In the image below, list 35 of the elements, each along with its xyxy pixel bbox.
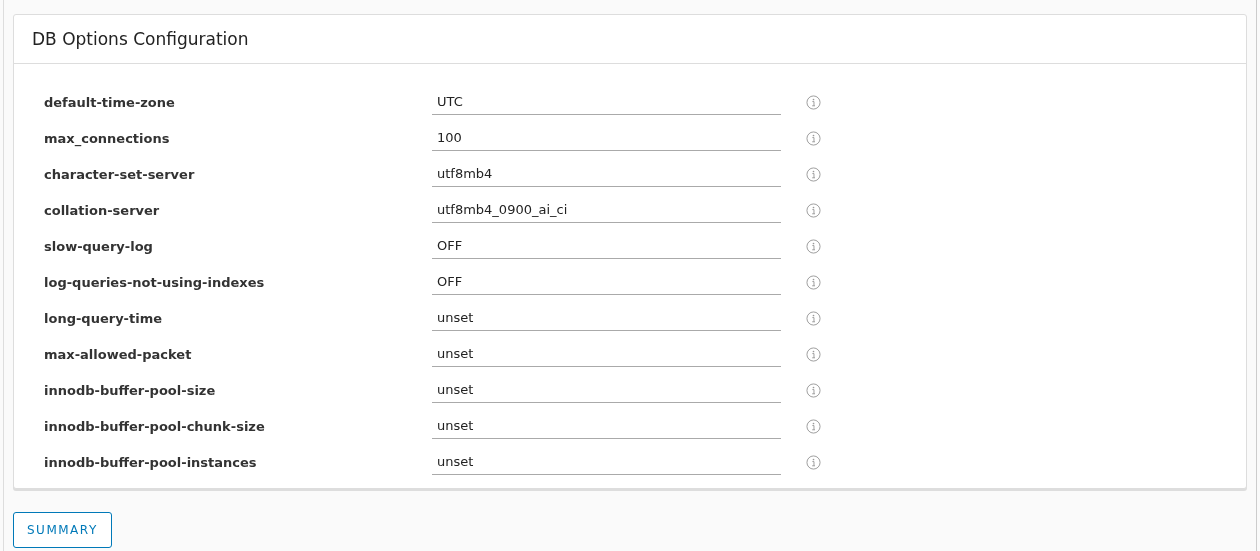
card-title: DB Options Configuration bbox=[14, 15, 1246, 64]
option-label: max-allowed-packet bbox=[43, 346, 193, 362]
option-label: long-query-time bbox=[43, 310, 164, 326]
info-icon[interactable] bbox=[806, 454, 821, 470]
option-label: max_connections bbox=[43, 130, 171, 146]
option-label: character-set-server bbox=[43, 166, 196, 182]
option-label: slow-query-log bbox=[43, 238, 154, 254]
option-label: default-time-zone bbox=[43, 94, 176, 110]
option-field[interactable]: unset bbox=[432, 449, 781, 475]
option-field[interactable]: unset bbox=[432, 413, 781, 439]
option-field[interactable]: utf8mb4_0900_ai_ci bbox=[432, 197, 781, 223]
option-field[interactable]: unset bbox=[432, 341, 781, 367]
option-label: collation-server bbox=[43, 202, 161, 218]
option-label: innodb-buffer-pool-instances bbox=[43, 454, 258, 470]
info-icon[interactable] bbox=[806, 202, 821, 218]
option-field[interactable]: unset bbox=[432, 305, 781, 331]
option-label: log-queries-not-using-indexes bbox=[43, 274, 266, 290]
option-label: innodb-buffer-pool-size bbox=[43, 382, 217, 398]
option-field[interactable]: 100 bbox=[432, 125, 781, 151]
info-icon[interactable] bbox=[806, 382, 821, 398]
option-field[interactable]: unset bbox=[432, 377, 781, 403]
info-icon[interactable] bbox=[806, 418, 821, 434]
info-icon[interactable] bbox=[806, 130, 821, 146]
option-field[interactable]: OFF bbox=[432, 233, 781, 259]
info-icon[interactable] bbox=[806, 238, 821, 254]
info-icon[interactable] bbox=[806, 274, 821, 290]
option-label: innodb-buffer-pool-chunk-size bbox=[43, 418, 266, 434]
option-field[interactable]: utf8mb4 bbox=[432, 161, 781, 187]
info-icon[interactable] bbox=[806, 94, 821, 110]
info-icon[interactable] bbox=[806, 310, 821, 326]
option-field[interactable]: UTC bbox=[432, 89, 781, 115]
info-icon[interactable] bbox=[806, 166, 821, 182]
option-field[interactable]: OFF bbox=[432, 269, 781, 295]
info-icon[interactable] bbox=[806, 346, 821, 362]
summary-button[interactable]: SUMMARY bbox=[13, 512, 112, 548]
